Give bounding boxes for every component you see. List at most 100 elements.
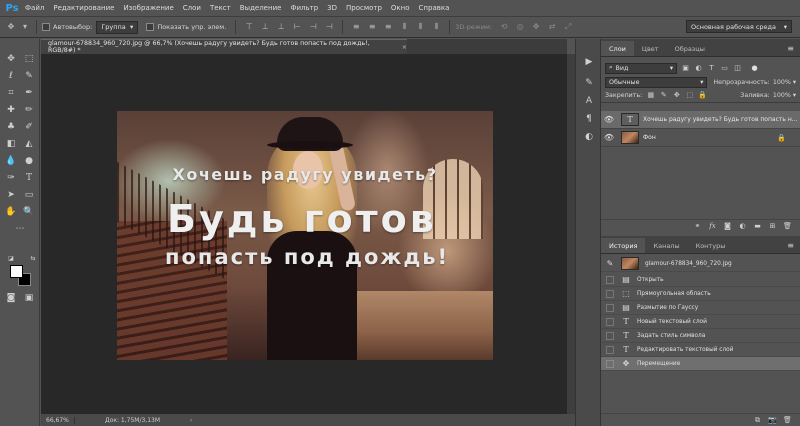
history-brush-tool-icon[interactable]: ✐ (22, 120, 36, 134)
paint-bucket-tool-icon[interactable]: ◭ (22, 137, 36, 151)
distribute-vcenter-icon[interactable]: ≡ (367, 22, 377, 32)
more-tools-icon[interactable]: ⋯ (13, 222, 27, 236)
filter-type-icon[interactable]: T (707, 64, 716, 73)
play-icon[interactable]: ▶ (583, 56, 595, 68)
history-source-box[interactable] (606, 275, 614, 284)
history-item[interactable]: T Редактировать текстовый слой (601, 343, 800, 357)
new-snapshot-icon[interactable]: 📷 (768, 416, 777, 425)
history-source-box[interactable] (606, 331, 614, 340)
autoselect-checkbox[interactable] (42, 23, 50, 31)
crop-tool-icon[interactable]: ⌗ (4, 86, 18, 100)
3d-orbit-icon[interactable]: ⟲ (499, 22, 509, 32)
filter-smart-icon[interactable]: ◫ (733, 64, 742, 73)
3d-slide-icon[interactable]: ⇄ (547, 22, 557, 32)
menu-edit[interactable]: Редактирование (53, 4, 114, 12)
panel-menu-icon[interactable]: ≡ (787, 238, 794, 253)
lasso-tool-icon[interactable]: ℓ (4, 69, 18, 83)
adjustments-panel-icon[interactable]: ◐ (583, 131, 595, 143)
move-tool-icon[interactable]: ✥ (6, 22, 16, 32)
history-source-box[interactable] (606, 359, 614, 368)
3d-pan-icon[interactable]: ✥ (531, 22, 541, 32)
tool-preset-dropdown-icon[interactable]: ▾ (22, 22, 28, 32)
default-colors-icon[interactable]: ◪ (4, 252, 18, 266)
history-item[interactable]: ▤ Размытие по Гауссу (601, 301, 800, 315)
clone-stamp-tool-icon[interactable]: ♣ (4, 120, 18, 134)
align-vcenter-icon[interactable]: ⊥ (260, 22, 270, 32)
menu-type[interactable]: Текст (210, 4, 231, 12)
history-snapshot[interactable]: ✎ glamour-678834_960_720.jpg (601, 256, 800, 272)
blur-tool-icon[interactable]: 💧 (4, 154, 18, 168)
distribute-top-icon[interactable]: ≡ (351, 22, 361, 32)
history-item[interactable]: ▤ Открыть (601, 273, 800, 287)
lock-pixels-icon[interactable]: ✎ (659, 91, 668, 100)
healing-brush-tool-icon[interactable]: ✚ (4, 103, 18, 117)
lock-position-icon[interactable]: ✥ (672, 91, 681, 100)
menu-3d[interactable]: 3D (327, 4, 337, 12)
pen-tool-icon[interactable]: ✑ (4, 171, 18, 185)
fill-value[interactable]: 100% (773, 92, 791, 99)
menu-help[interactable]: Справка (419, 4, 450, 12)
document-tab[interactable]: glamour-678834_960_720.jpg @ 66,7% (Хоче… (41, 39, 407, 54)
align-top-icon[interactable]: ⊤ (244, 22, 254, 32)
tab-swatches[interactable]: Образцы (667, 41, 713, 56)
menu-file[interactable]: Файл (25, 4, 44, 12)
hand-tool-icon[interactable]: ✋ (4, 205, 18, 219)
eraser-tool-icon[interactable]: ◧ (4, 137, 18, 151)
zoom-tool-icon[interactable]: 🔍 (22, 205, 36, 219)
align-hcenter-icon[interactable]: ⊣ (308, 22, 318, 32)
swap-colors-icon[interactable]: ⇆ (26, 252, 40, 266)
paragraph-panel-icon[interactable]: ¶ (583, 113, 595, 125)
foreground-color-swatch[interactable] (10, 265, 23, 278)
3d-scale-icon[interactable]: ⤢ (563, 22, 573, 32)
lock-transparent-icon[interactable]: ▦ (646, 91, 655, 100)
align-right-icon[interactable]: ⊣ (324, 22, 334, 32)
history-source-box[interactable] (606, 317, 614, 326)
workspace-select[interactable]: Основная рабочая среда ▾ (686, 20, 792, 33)
type-tool-icon[interactable]: T (22, 171, 36, 185)
quick-mask-icon[interactable]: ◙ (4, 291, 18, 305)
menu-view[interactable]: Просмотр (346, 4, 382, 12)
history-item-selected[interactable]: ✥ Перемещение (601, 357, 800, 371)
lock-artboard-icon[interactable]: ⬚ (685, 91, 694, 100)
screen-mode-icon[interactable]: ▣ (22, 291, 36, 305)
align-left-icon[interactable]: ⊢ (292, 22, 302, 32)
align-bottom-icon[interactable]: ⊥ (276, 22, 286, 32)
distribute-right-icon[interactable]: ⦀ (431, 22, 441, 32)
opacity-value[interactable]: 100% (773, 79, 791, 86)
chevron-down-icon[interactable]: ▾ (793, 79, 796, 86)
tab-channels[interactable]: Каналы (645, 238, 687, 253)
path-select-tool-icon[interactable]: ➤ (4, 188, 18, 202)
layer-style-icon[interactable]: fx (708, 222, 717, 231)
adjustment-layer-icon[interactable]: ◐ (738, 222, 747, 231)
tab-layers[interactable]: Слои (601, 41, 634, 56)
vertical-scrollbar[interactable] (567, 54, 575, 414)
marquee-tool-icon[interactable]: ⬚ (22, 52, 36, 66)
distribute-hcenter-icon[interactable]: ⦀ (415, 22, 425, 32)
layer-name[interactable]: Фон (643, 134, 656, 141)
filter-shape-icon[interactable]: ▭ (720, 64, 729, 73)
tab-paths[interactable]: Контуры (688, 238, 734, 253)
eyedropper-tool-icon[interactable]: ✒ (22, 86, 36, 100)
link-layers-icon[interactable]: ⚭ (693, 222, 702, 231)
character-panel-icon[interactable]: A (583, 95, 595, 107)
distribute-bottom-icon[interactable]: ≡ (383, 22, 393, 32)
history-item[interactable]: ⬚ Прямоугольная область (601, 287, 800, 301)
rectangle-tool-icon[interactable]: ▭ (22, 188, 36, 202)
3d-roll-icon[interactable]: ◎ (515, 22, 525, 32)
layer-kind-filter[interactable]: ⌕ Вид ▾ (605, 62, 677, 74)
layer-name[interactable]: Хочешь радугу увидеть? Будь готов попаст… (643, 116, 797, 123)
add-mask-icon[interactable]: ◙ (723, 222, 732, 231)
new-layer-icon[interactable]: ⊞ (768, 222, 777, 231)
history-source-box[interactable] (606, 289, 614, 298)
history-source-box[interactable] (606, 345, 614, 354)
layer-row-text[interactable]: 👁 T Хочешь радугу увидеть? Будь готов по… (601, 111, 800, 129)
layer-row-background[interactable]: 👁 Фон 🔒 (601, 129, 800, 147)
history-brush-source-icon[interactable]: ✎ (605, 259, 615, 268)
quick-select-tool-icon[interactable]: ✎ (22, 69, 36, 83)
history-item[interactable]: T Задать стиль символа (601, 329, 800, 343)
move-tool-icon[interactable]: ✥ (4, 52, 18, 66)
filter-pixel-icon[interactable]: ▣ (681, 64, 690, 73)
menu-window[interactable]: Окно (391, 4, 410, 12)
status-menu-arrow[interactable]: › (190, 417, 192, 424)
show-controls-checkbox[interactable] (146, 23, 155, 31)
